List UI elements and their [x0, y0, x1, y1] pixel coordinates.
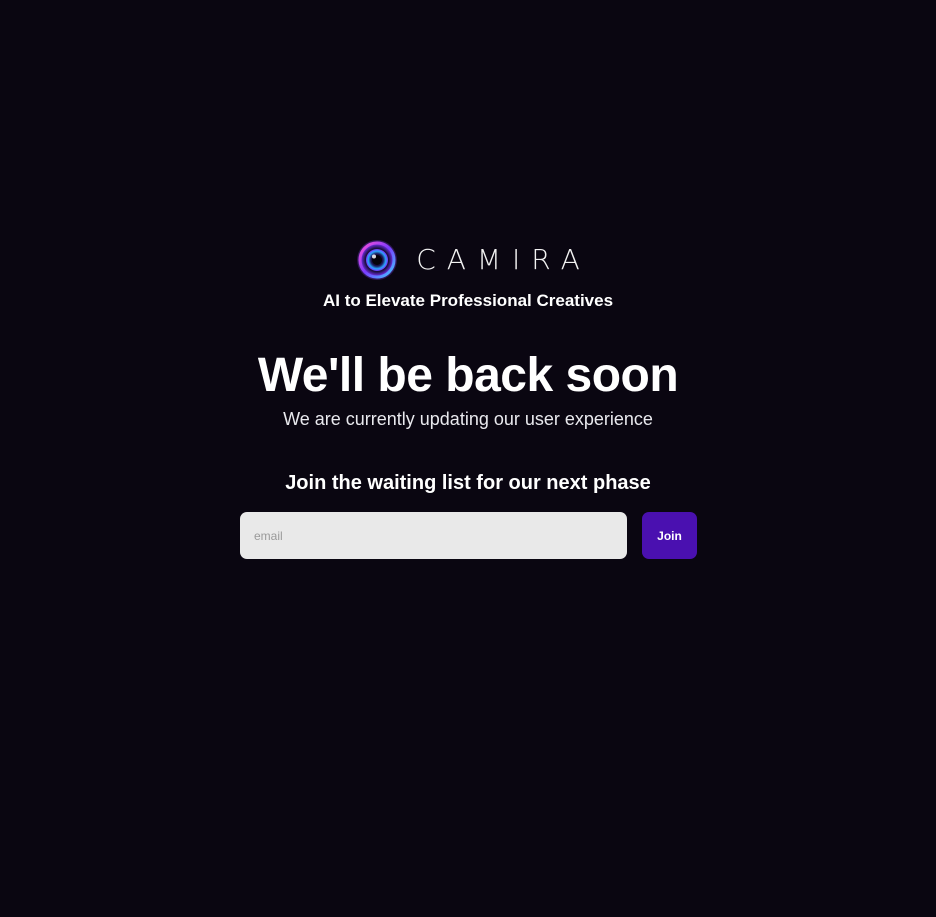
page-title: We'll be back soon	[257, 349, 679, 402]
page-subtitle: We are currently updating our user exper…	[283, 409, 653, 429]
waitlist-heading: Join the waiting list for our next phase	[285, 472, 651, 494]
brand-tagline: AI to Elevate Professional Creatives	[322, 291, 614, 310]
join-button[interactable]: Join	[642, 512, 697, 559]
brand-name: CAMIRA	[416, 243, 591, 276]
camera-lens-icon	[357, 240, 398, 280]
brand-logo: CAMIRA	[0, 239, 936, 281]
maintenance-page: CAMIRA AI to Elevate Professional Creati…	[0, 0, 936, 917]
email-input[interactable]	[240, 512, 627, 559]
